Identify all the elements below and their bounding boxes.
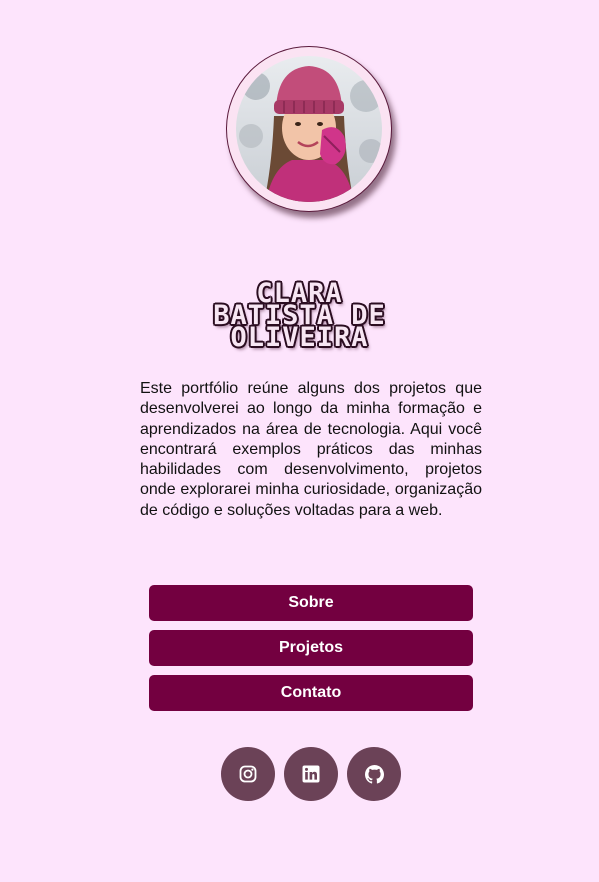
- projects-button[interactable]: Projetos: [149, 630, 473, 666]
- linkedin-icon: [302, 765, 320, 783]
- linkedin-button[interactable]: [284, 747, 338, 801]
- social-links: [221, 747, 401, 801]
- main-nav: Sobre Projetos Contato: [149, 585, 473, 720]
- contact-button[interactable]: Contato: [149, 675, 473, 711]
- page-title: CLARA BATISTA DE OLIVEIRA: [0, 280, 599, 353]
- github-icon: [364, 764, 384, 784]
- github-button[interactable]: [347, 747, 401, 801]
- about-button[interactable]: Sobre: [149, 585, 473, 621]
- intro-text: Este portfólio reúne alguns dos projetos…: [140, 380, 482, 519]
- instagram-icon: [239, 765, 257, 783]
- avatar: [236, 56, 382, 202]
- portfolio-page: CLARA BATISTA DE OLIVEIRA Este portfólio…: [0, 0, 599, 882]
- profile-photo: [236, 56, 382, 202]
- avatar-frame: [226, 46, 392, 212]
- name-line-3: OLIVEIRA: [230, 322, 369, 353]
- instagram-button[interactable]: [221, 747, 275, 801]
